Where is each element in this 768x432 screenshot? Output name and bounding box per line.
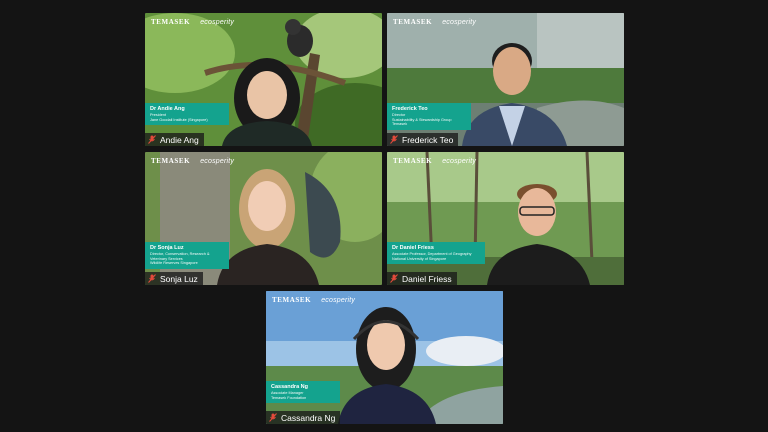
speaker-caption: Cassandra Ng Associate Manager Temasek F… xyxy=(266,381,340,404)
caption-org: National University of Singapore xyxy=(392,256,447,261)
caption-org-2: Temasek xyxy=(392,122,408,127)
participant-video-sonja xyxy=(217,169,319,285)
mic-muted-icon xyxy=(390,135,398,144)
video-tile-daniel-friess[interactable]: TEMASEK ecosperity Dr Daniel Friess Asso… xyxy=(387,152,624,285)
participant-name: Andie Ang xyxy=(160,134,199,145)
mic-muted-icon xyxy=(269,413,277,422)
participant-nametag: Daniel Friess xyxy=(387,272,457,285)
temasek-logo: TEMASEK xyxy=(151,18,191,26)
caption-name: Dr Sonja Luz xyxy=(150,245,184,251)
caption-name: Frederick Teo xyxy=(392,106,428,112)
participant-video-daniel xyxy=(487,184,590,285)
participant-nametag: Frederick Teo xyxy=(387,133,459,146)
temasek-logo: TEMASEK xyxy=(151,157,191,165)
temasek-logo: TEMASEK xyxy=(272,296,312,304)
participant-nametag: Cassandra Ng xyxy=(266,411,341,424)
video-tile-andie-ang[interactable]: TEMASEK ecosperity Dr Andie Ang Presiden… xyxy=(145,13,382,146)
brand-bar: TEMASEK ecosperity xyxy=(151,156,376,166)
participant-name: Daniel Friess xyxy=(402,273,452,284)
caption-org: Jane Goodall Institute (Singapore) xyxy=(150,117,208,122)
mic-muted-icon xyxy=(148,135,156,144)
speaker-caption: Frederick Teo Director Sustainability & … xyxy=(387,103,471,130)
video-tile-frederick-teo[interactable]: TEMASEK ecosperity Frederick Teo Directo… xyxy=(387,13,624,146)
speaker-caption: Dr Sonja Luz Director, Conservation, Res… xyxy=(145,242,229,269)
caption-role: Director, Conservation, Research & Veter… xyxy=(150,252,210,261)
temasek-logo: TEMASEK xyxy=(393,18,433,26)
participant-video-cassandra xyxy=(338,307,436,424)
brand-bar: TEMASEK ecosperity xyxy=(393,156,618,166)
mic-muted-icon xyxy=(390,274,398,283)
mic-muted-icon xyxy=(148,274,156,283)
speaker-caption: Dr Andie Ang President Jane Goodall Inst… xyxy=(145,103,229,126)
video-tile-sonja-luz[interactable]: TEMASEK ecosperity Dr Sonja Luz Director… xyxy=(145,152,382,285)
speaker-caption: Dr Daniel Friess Associate Professor, De… xyxy=(387,242,485,265)
participant-video-andie xyxy=(222,58,312,146)
brand-bar: TEMASEK ecosperity xyxy=(393,17,618,27)
brand-bar: TEMASEK ecosperity xyxy=(272,295,497,305)
ecosperity-logo: ecosperity xyxy=(200,157,235,165)
caption-org: Temasek Foundation xyxy=(271,395,307,400)
participant-name: Frederick Teo xyxy=(402,134,454,145)
ecosperity-logo: ecosperity xyxy=(200,18,235,26)
video-tile-cassandra-ng[interactable]: TEMASEK ecosperity Cassandra Ng Associat… xyxy=(266,291,503,424)
caption-name: Dr Andie Ang xyxy=(150,106,185,112)
brand-bar: TEMASEK ecosperity xyxy=(151,17,376,27)
caption-name: Dr Daniel Friess xyxy=(392,245,434,251)
participant-video-frederick xyxy=(462,43,567,146)
caption-name: Cassandra Ng xyxy=(271,384,308,390)
participant-nametag: Andie Ang xyxy=(145,133,204,146)
ecosperity-logo: ecosperity xyxy=(442,157,477,165)
ecosperity-logo: ecosperity xyxy=(442,18,477,26)
caption-org: Wildlife Reserves Singapore xyxy=(150,261,198,266)
temasek-logo: TEMASEK xyxy=(393,157,433,165)
participant-name: Cassandra Ng xyxy=(281,412,336,423)
ecosperity-logo: ecosperity xyxy=(321,296,356,304)
participant-nametag: Sonja Luz xyxy=(145,272,203,285)
participant-name: Sonja Luz xyxy=(160,273,198,284)
